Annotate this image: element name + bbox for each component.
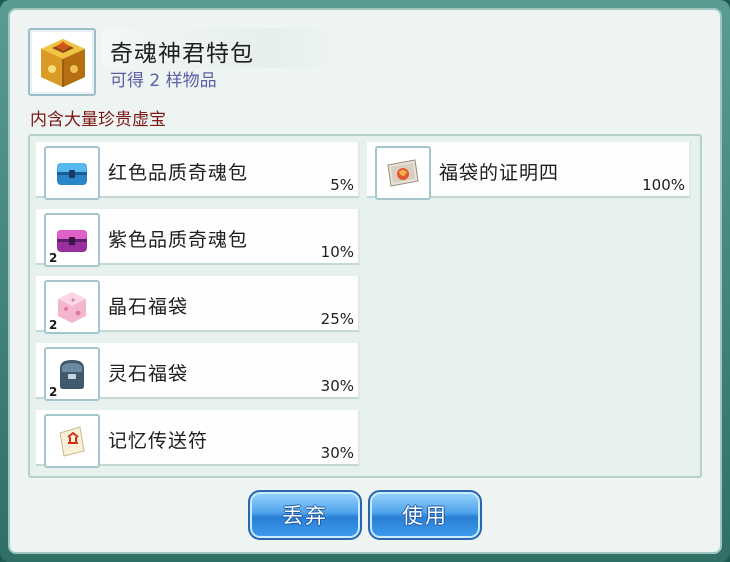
item-chance: 100% <box>642 176 685 194</box>
pack-title: 奇魂神君特包 <box>110 41 254 67</box>
item-chance: 25% <box>320 310 354 328</box>
item-count: 2 <box>49 251 58 265</box>
list-item[interactable]: 2 晶石福袋 25% <box>36 276 360 334</box>
item-chance: 30% <box>320 377 354 395</box>
item-icon-slot[interactable] <box>44 146 100 200</box>
lucky-bag-certificate-icon <box>387 159 419 187</box>
list-item[interactable]: 记忆传送符 30% <box>36 410 360 468</box>
pink-crystal-bag-icon <box>58 292 86 323</box>
item-name: 灵石福袋 <box>108 363 189 385</box>
item-count: 2 <box>49 385 58 399</box>
item-chance: 30% <box>320 444 354 462</box>
list-item[interactable]: 红色品质奇魂包 5% <box>36 142 360 200</box>
item-name: 紫色品质奇魂包 <box>108 229 249 251</box>
golden-treasure-box-icon <box>41 39 85 87</box>
item-icon-slot[interactable]: 2 <box>44 213 100 267</box>
blue-chest-icon <box>57 163 87 185</box>
item-count: 2 <box>49 318 58 332</box>
item-name: 晶石福袋 <box>108 296 189 318</box>
item-icon-slot[interactable]: 2 <box>44 347 100 401</box>
dark-stone-bag-icon <box>60 360 84 389</box>
use-button[interactable]: 使用 <box>368 490 482 540</box>
item-icon-slot[interactable] <box>375 146 431 200</box>
teleport-talisman-icon <box>59 426 85 457</box>
item-name: 记忆传送符 <box>108 430 209 452</box>
pack-subtitle: 可得 2 样物品 <box>110 71 217 91</box>
item-list-panel: 红色品质奇魂包 5% 2 紫色品质奇魂包 10% 2 晶石福袋 25% 2 灵石… <box>28 134 702 478</box>
item-chance: 10% <box>320 243 354 261</box>
purple-chest-icon <box>57 230 87 252</box>
pack-description: 内含大量珍贵虚宝 <box>30 110 166 130</box>
item-icon-slot[interactable] <box>44 414 100 468</box>
item-name: 红色品质奇魂包 <box>108 162 249 184</box>
pack-icon-slot[interactable] <box>28 28 96 96</box>
item-icon-slot[interactable]: 2 <box>44 280 100 334</box>
list-item[interactable]: 2 紫色品质奇魂包 10% <box>36 209 360 267</box>
item-name: 福袋的证明四 <box>439 162 560 184</box>
list-item[interactable]: 2 灵石福袋 30% <box>36 343 360 401</box>
discard-button[interactable]: 丢弃 <box>248 490 362 540</box>
list-item[interactable]: 福袋的证明四 100% <box>367 142 691 200</box>
item-chance: 5% <box>330 176 354 194</box>
